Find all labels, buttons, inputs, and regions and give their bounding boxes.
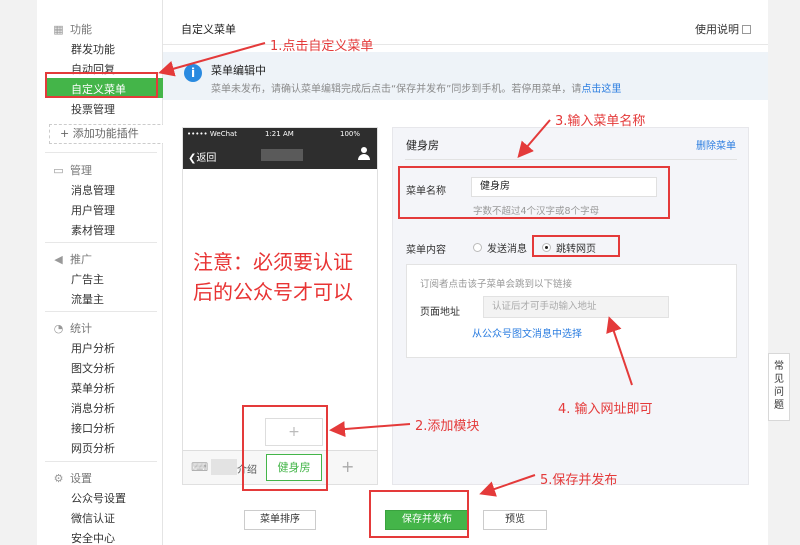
annotation-step4: 4. 输入网址即可 <box>558 402 653 417</box>
annotation-box-menu-name <box>398 166 670 219</box>
sidebar-group-promote: ◀ 推广 <box>54 252 92 266</box>
user-icon <box>358 147 370 161</box>
sidebar-item-publisher[interactable]: 流量主 <box>71 291 104 307</box>
pie-chart-icon: ◔ <box>53 321 64 335</box>
sidebar-item-api-analysis[interactable]: 接口分析 <box>71 420 115 436</box>
account-name-blurred <box>261 149 303 161</box>
gear-icon: ⚙ <box>53 471 64 485</box>
add-menu-button[interactable]: + <box>341 457 354 476</box>
sidebar-item-wechat-verify[interactable]: 微信认证 <box>71 510 115 526</box>
sidebar-divider <box>45 461 157 462</box>
annotation-step2: 2.添加模块 <box>415 419 480 434</box>
faq-tab[interactable]: 常见问题 <box>768 353 790 421</box>
sidebar-item-message-analysis[interactable]: 消息分析 <box>71 400 115 416</box>
sidebar-item-menu-analysis[interactable]: 菜单分析 <box>71 380 115 396</box>
sidebar-group-manage: ▭ 管理 <box>53 163 92 177</box>
notice-title: 菜单编辑中 <box>211 64 266 77</box>
url-label: 页面地址 <box>420 307 460 318</box>
url-description: 订阅者点击该子菜单会跳到以下链接 <box>420 279 573 290</box>
sidebar-item-security[interactable]: 安全中心 <box>71 530 115 545</box>
sidebar-item-user-analysis[interactable]: 用户分析 <box>71 340 115 356</box>
sidebar-item-messages[interactable]: 消息管理 <box>71 182 115 198</box>
grid-icon: ▦ <box>53 22 64 36</box>
menu-sort-button[interactable]: 菜单排序 <box>244 510 316 530</box>
keyboard-icon: ⌨ <box>191 460 209 474</box>
help-link[interactable]: 使用说明 <box>695 21 751 37</box>
radio-send-message[interactable]: 发送消息 <box>473 240 527 255</box>
annotation-step3: 3.输入菜单名称 <box>555 114 646 129</box>
radio-circle <box>473 243 482 252</box>
sidebar-item-materials[interactable]: 素材管理 <box>71 222 115 238</box>
notice-text: 菜单未发布，请确认菜单编辑完成后点击“保存并发布”同步到手机。若停用菜单，请点击… <box>211 84 622 95</box>
sidebar-item-advertiser[interactable]: 广告主 <box>71 271 104 287</box>
editor-divider <box>405 159 737 160</box>
chat-icon: ▭ <box>53 163 64 177</box>
page-title: 自定义菜单 <box>181 23 236 36</box>
annotation-box-custom-menu <box>45 72 158 98</box>
menu-content-label: 菜单内容 <box>406 245 446 256</box>
megaphone-icon: ◀ <box>54 252 63 266</box>
url-input[interactable]: 认证后才可手动输入地址 <box>483 296 669 318</box>
sidebar-divider <box>45 152 157 153</box>
blurred-text <box>211 459 237 475</box>
annotation-box-save-publish <box>369 490 469 538</box>
annotation-box-add-module <box>242 405 328 491</box>
document-icon <box>742 25 751 34</box>
choose-from-articles-link[interactable]: 从公众号图文消息中选择 <box>472 325 582 340</box>
sidebar-item-account-settings[interactable]: 公众号设置 <box>71 490 126 506</box>
disable-menu-link[interactable]: 点击这里 <box>581 84 621 95</box>
sidebar-item-mass-send[interactable]: 群发功能 <box>71 41 115 57</box>
header-divider <box>163 44 768 45</box>
sidebar-item-article-analysis[interactable]: 图文分析 <box>71 360 115 376</box>
annotation-step5: 5.保存并发布 <box>540 473 618 488</box>
sidebar-group-stats: ◔ 统计 <box>53 321 92 335</box>
sidebar-divider <box>45 311 157 312</box>
sidebar-group-settings: ⚙ 设置 <box>53 471 92 485</box>
sidebar-group-function: ▦ 功能 <box>53 22 92 36</box>
info-icon: i <box>184 64 202 82</box>
back-button[interactable]: ❮返回 <box>188 149 216 164</box>
sidebar-item-web-analysis[interactable]: 网页分析 <box>71 440 115 456</box>
editor-title: 健身房 <box>406 139 439 152</box>
delete-menu-link[interactable]: 删除菜单 <box>696 137 736 152</box>
annotation-step1: 1.点击自定义菜单 <box>270 39 374 54</box>
sidebar-divider <box>45 242 157 243</box>
warning-note: 注意：必须要认证 后的公众号才可以 <box>193 250 353 304</box>
edit-notice: i 菜单编辑中 菜单未发布，请确认菜单编辑完成后点击“保存并发布”同步到手机。若… <box>163 52 768 100</box>
sidebar-item-users[interactable]: 用户管理 <box>71 202 115 218</box>
annotation-box-jump-webpage <box>532 235 620 257</box>
sidebar-item-vote[interactable]: 投票管理 <box>71 101 115 117</box>
phone-status-bar: ••••• WeChat 1:21 AM 100% <box>183 128 377 141</box>
phone-nav-bar: ❮返回 <box>183 141 377 169</box>
url-section: 订阅者点击该子菜单会跳到以下链接 页面地址 认证后才可手动输入地址 从公众号图文… <box>406 264 737 358</box>
preview-button[interactable]: 预览 <box>483 510 547 530</box>
